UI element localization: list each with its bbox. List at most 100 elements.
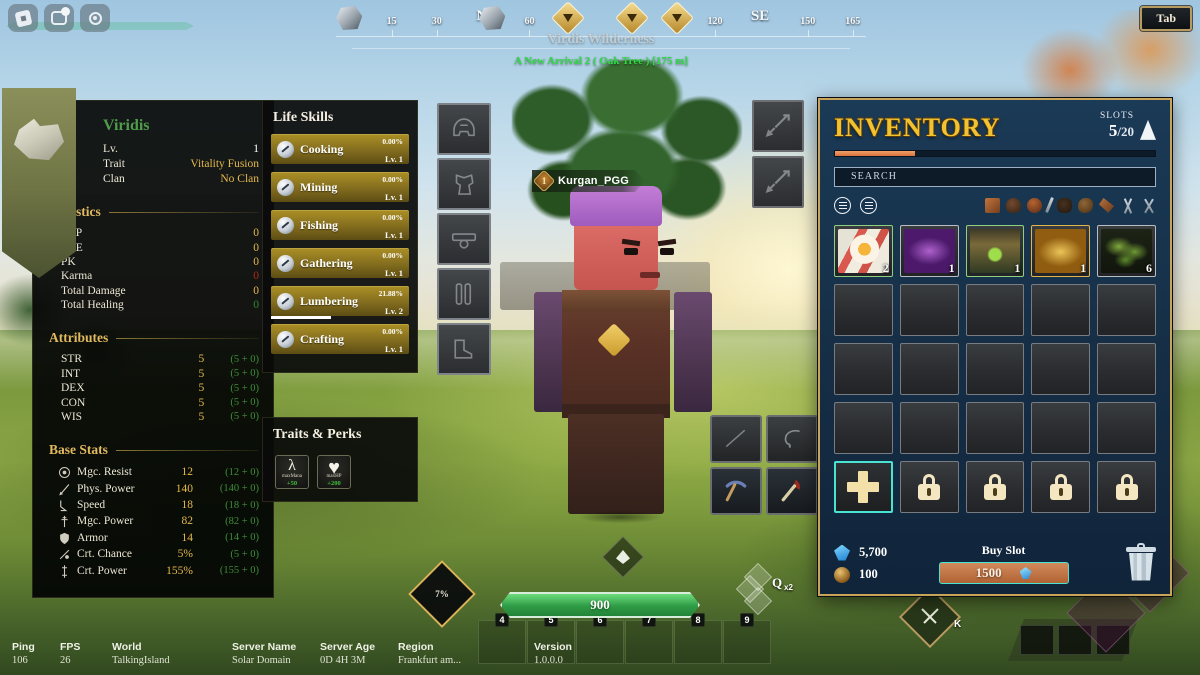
base-stat-value: 18 xyxy=(181,499,194,512)
tab-toggle-button[interactable]: Tab xyxy=(1140,6,1192,31)
roblox-logo-button[interactable] xyxy=(8,4,38,32)
wolf-crest-icon xyxy=(14,118,64,161)
chestplate-icon xyxy=(455,174,474,195)
status-fps: FPS 26 xyxy=(60,641,96,666)
skill-progress-bar xyxy=(271,316,332,319)
axe-slot[interactable] xyxy=(766,467,818,515)
compass-tick-label: 15 xyxy=(386,16,397,27)
base-stat-label: Phys. Power xyxy=(77,482,135,495)
base-stat-row: Crt. Chance 5% (5 + 0) xyxy=(47,546,259,562)
inventory-search-box[interactable] xyxy=(834,166,1156,187)
inventory-empty-slot[interactable] xyxy=(1031,401,1091,454)
crossed-swords-icon xyxy=(921,608,939,624)
inventory-empty-slot[interactable] xyxy=(965,283,1025,336)
inventory-locked-slot[interactable] xyxy=(899,460,959,513)
inventory-empty-slot[interactable] xyxy=(899,283,959,336)
status-value: 26 xyxy=(60,654,71,666)
currency-gem: 5,700 xyxy=(834,544,887,561)
attribute-label: CON xyxy=(61,396,86,409)
add-slot-button[interactable] xyxy=(834,460,893,513)
nameplate-level-badge: 1 xyxy=(533,170,556,193)
inventory-item-green-armor[interactable]: 1 xyxy=(965,224,1025,277)
chestplate-slot[interactable] xyxy=(437,158,491,210)
list-view-button[interactable] xyxy=(834,196,851,214)
grid-view-button[interactable] xyxy=(860,196,877,214)
legs-slot[interactable] xyxy=(437,268,491,320)
life-skill-gathering[interactable]: Gathering 0.00% Lv. 1 xyxy=(271,248,409,278)
diamond-marker[interactable] xyxy=(551,1,586,35)
base-stat-label: Crt. Power xyxy=(77,564,127,577)
sickle-slot[interactable] xyxy=(766,415,818,463)
inventory-item-purple-scroll[interactable]: 1 xyxy=(899,224,959,277)
inventory-empty-slot[interactable] xyxy=(899,401,959,454)
player-avatar[interactable] xyxy=(534,186,712,526)
tool-equipment-grid xyxy=(710,415,818,515)
fishing-rod-slot[interactable] xyxy=(710,415,762,463)
life-skill-mining[interactable]: Mining 0.00% Lv. 1 xyxy=(271,172,409,202)
chat-button[interactable] xyxy=(44,4,74,32)
inventory-empty-slot[interactable] xyxy=(965,342,1025,395)
inventory-empty-slot[interactable] xyxy=(1097,342,1156,395)
pickaxe-slot[interactable] xyxy=(710,467,762,515)
weapon-filter-icon[interactable] xyxy=(1120,198,1135,213)
info-value: No Clan xyxy=(220,172,259,185)
armor-filter-icon[interactable] xyxy=(1006,197,1021,213)
settings-button[interactable] xyxy=(80,4,110,32)
inventory-empty-slot[interactable] xyxy=(1097,401,1156,454)
item-icon xyxy=(1101,228,1152,273)
life-skill-fishing[interactable]: Fishing 0.00% Lv. 1 xyxy=(271,210,409,240)
base-stat-row: Speed 18 (18 + 0) xyxy=(47,497,259,513)
life-skill-lumbering[interactable]: Lumbering 21.88% Lv. 2 xyxy=(271,286,409,319)
quest-marker-icon xyxy=(659,1,694,35)
inventory-empty-slot[interactable] xyxy=(899,342,959,395)
avatar-right-arm xyxy=(674,292,712,412)
helmet-slot[interactable] xyxy=(437,103,491,155)
inventory-locked-slot[interactable] xyxy=(1097,460,1156,513)
inventory-empty-slot[interactable] xyxy=(834,342,893,395)
inventory-item-herb-bundle[interactable]: 6 xyxy=(1097,224,1156,277)
diamond-marker[interactable] xyxy=(659,1,694,35)
inventory-locked-slot[interactable] xyxy=(1031,460,1091,513)
inventory-empty-slot[interactable] xyxy=(834,401,893,454)
max-mana-icon[interactable]: λ maxMana +50 xyxy=(275,455,309,489)
inventory-item-gold-scroll[interactable]: 1 xyxy=(1031,224,1091,277)
inventory-empty-slot[interactable] xyxy=(1097,283,1156,336)
inventory-item-bacon-and-egg[interactable]: 2 xyxy=(834,224,893,277)
statistics-header: Statistics xyxy=(49,204,259,220)
attributes-list: STR 5 (5 + 0) INT 5 (5 + 0) DEX 5 (5 + 0) CON 5 (5 … xyxy=(47,352,259,424)
inventory-empty-slot[interactable] xyxy=(1031,283,1091,336)
boots-slot[interactable] xyxy=(437,323,491,375)
magic-power-icon xyxy=(57,514,73,528)
base-stat-breakdown: (14 + 0) xyxy=(225,532,259,544)
search-input[interactable] xyxy=(851,171,1155,183)
skill-name: Fishing xyxy=(300,217,339,232)
stat-value: 0 xyxy=(253,241,259,254)
potion-filter-icon[interactable] xyxy=(1027,197,1042,213)
inventory-empty-slot[interactable] xyxy=(834,283,893,336)
primary-weapon-slot[interactable] xyxy=(752,100,804,152)
diamond-marker[interactable] xyxy=(614,1,649,35)
consumables-filter-icon[interactable] xyxy=(985,197,1000,213)
wand-filter-icon[interactable] xyxy=(1045,197,1054,214)
statistic-row: Karma 0 xyxy=(47,269,259,283)
life-skill-cooking[interactable]: Cooking 0.00% Lv. 1 xyxy=(271,134,409,164)
belt-slot[interactable] xyxy=(437,213,491,265)
max-hp-icon[interactable]: ♥ maxHP +200 xyxy=(317,455,351,489)
inventory-empty-slot[interactable] xyxy=(965,401,1025,454)
inventory-empty-slot[interactable] xyxy=(1031,342,1091,395)
tool-filter-icon[interactable] xyxy=(1099,197,1114,213)
gloves-filter-icon[interactable] xyxy=(1057,197,1072,213)
rock-marker[interactable] xyxy=(479,6,506,32)
attributes-title: Attributes xyxy=(49,330,109,346)
bag-icon xyxy=(1140,119,1156,140)
buy-slot-button[interactable]: 1500 xyxy=(938,562,1069,584)
rock-marker[interactable] xyxy=(336,6,363,32)
material-filter-icon[interactable] xyxy=(1078,197,1093,213)
trait-glyph: λ xyxy=(288,457,296,474)
secondary-weapon-slot[interactable] xyxy=(752,156,804,208)
life-skill-crafting[interactable]: Crafting 0.00% Lv. 1 xyxy=(271,324,409,354)
boots-icon xyxy=(454,339,473,359)
delete-item-button[interactable] xyxy=(1126,542,1156,581)
sword-filter-icon[interactable] xyxy=(1141,198,1156,213)
inventory-locked-slot[interactable] xyxy=(965,460,1025,513)
